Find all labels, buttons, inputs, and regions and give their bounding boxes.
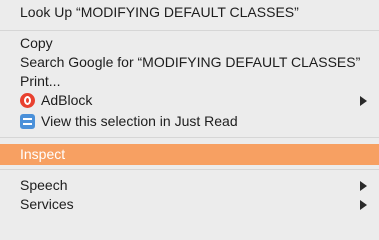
menu-item-speech[interactable]: Speech — [0, 176, 379, 195]
adblock-icon — [20, 93, 35, 108]
menu-separator — [0, 169, 379, 170]
menu-item-look-up-label: Look Up “MODIFYING DEFAULT CLASSES” — [20, 4, 299, 20]
chevron-right-icon — [360, 180, 367, 191]
menu-item-search-google-label: Search Google for “MODIFYING DEFAULT CLA… — [20, 54, 361, 70]
menu-item-services-label: Services — [20, 196, 74, 212]
menu-item-print-label: Print... — [20, 73, 61, 89]
menu-item-copy-label: Copy — [20, 35, 53, 51]
menu-item-adblock[interactable]: AdBlock — [0, 91, 379, 110]
menu-separator — [0, 30, 379, 31]
menu-item-inspect[interactable]: Inspect — [0, 144, 379, 165]
menu-item-inspect-label: Inspect — [20, 146, 66, 162]
menu-item-services[interactable]: Services — [0, 195, 379, 214]
menu-item-just-read-label: View this selection in Just Read — [41, 113, 238, 129]
menu-item-copy[interactable]: Copy — [0, 34, 379, 53]
chevron-right-icon — [360, 199, 367, 210]
menu-item-speech-label: Speech — [20, 177, 68, 193]
menu-separator — [0, 137, 379, 138]
menu-item-search-google[interactable]: Search Google for “MODIFYING DEFAULT CLA… — [0, 53, 379, 72]
menu-item-adblock-label: AdBlock — [41, 92, 93, 108]
menu-item-look-up[interactable]: Look Up “MODIFYING DEFAULT CLASSES” — [0, 3, 379, 22]
menu-item-just-read[interactable]: View this selection in Just Read — [0, 112, 379, 131]
chevron-right-icon — [360, 95, 367, 106]
just-read-icon — [20, 114, 35, 129]
menu-item-print[interactable]: Print... — [0, 72, 379, 91]
context-menu: Look Up “MODIFYING DEFAULT CLASSES” Copy… — [0, 0, 379, 218]
